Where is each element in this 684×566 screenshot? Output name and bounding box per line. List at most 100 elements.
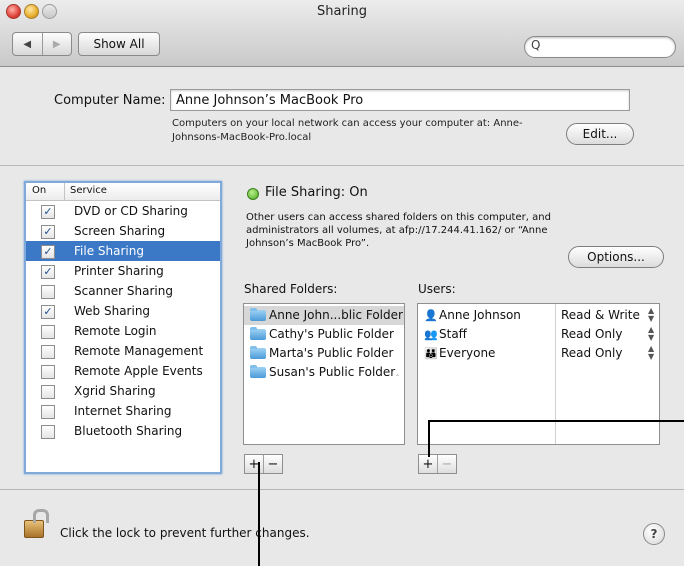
remove-user-button[interactable]: − (437, 455, 456, 473)
service-label: Scanner Sharing (74, 284, 173, 298)
service-label: Remote Login (74, 324, 157, 338)
user-row[interactable]: 👤 Anne Johnson Read & Write ▲ ▼ (418, 306, 659, 325)
user-name: Everyone (439, 346, 496, 360)
remove-folder-button[interactable]: − (263, 455, 282, 473)
options-button[interactable]: Options... (568, 246, 664, 268)
shared-folder-row[interactable]: Susan's Public Folder (244, 363, 404, 382)
user-name: Staff (439, 327, 467, 341)
service-label: Xgrid Sharing (74, 384, 156, 398)
lock-icon[interactable] (24, 509, 49, 538)
service-row[interactable]: Remote Management (26, 341, 220, 361)
permission-stepper-icon[interactable]: ▲ ▼ (648, 326, 654, 342)
group-icon: 👥 (424, 328, 438, 341)
show-all-button[interactable]: Show All (78, 32, 160, 56)
add-folder-button[interactable]: + (245, 455, 263, 473)
service-row[interactable]: ✓ Web Sharing (26, 301, 220, 321)
service-checkbox[interactable]: ✓ (41, 245, 55, 259)
lock-text: Click the lock to prevent further change… (60, 526, 310, 540)
folder-label: Marta's Public Folder (269, 346, 394, 360)
user-name: Anne Johnson (439, 308, 521, 322)
shared-folder-row[interactable]: Marta's Public Folder (244, 344, 404, 363)
search-input[interactable]: Q (524, 36, 676, 58)
services-list[interactable]: On Service ✓ DVD or CD Sharing ✓ Screen Sha… (24, 181, 222, 474)
permission-stepper-icon[interactable]: ▲ ▼ (648, 345, 654, 361)
forward-button[interactable]: ▶ (41, 33, 72, 55)
service-row[interactable]: Scanner Sharing (26, 281, 220, 301)
callout-line (428, 420, 430, 457)
person-icon: 👤 (424, 309, 438, 322)
service-row[interactable]: Bluetooth Sharing (26, 421, 220, 441)
footer-divider (0, 489, 684, 490)
folder-icon (250, 327, 266, 340)
users-list[interactable]: 👤 Anne Johnson Read & Write ▲ ▼ 👥 Staff Read On… (417, 303, 660, 445)
permission-popup[interactable]: Read & Write (561, 308, 640, 322)
service-checkbox[interactable]: ✓ (41, 225, 55, 239)
service-checkbox[interactable]: ✓ (41, 265, 55, 279)
service-row[interactable]: ✓ File Sharing (26, 241, 220, 261)
search-icon: Q (531, 38, 541, 52)
service-checkbox[interactable] (41, 285, 55, 299)
service-row[interactable]: Remote Apple Events (26, 361, 220, 381)
service-label: Printer Sharing (74, 264, 164, 278)
file-sharing-description: Other users can access shared folders on… (246, 212, 551, 249)
service-checkbox[interactable] (41, 345, 55, 359)
file-sharing-status: File Sharing: On (265, 185, 368, 200)
computer-name-field[interactable]: Anne Johnson’s MacBook Pro (170, 89, 630, 111)
service-checkbox[interactable]: ✓ (41, 205, 55, 219)
service-row[interactable]: ✓ Printer Sharing (26, 261, 220, 281)
permission-popup[interactable]: Read Only (561, 327, 622, 341)
header-on[interactable]: On (32, 185, 46, 196)
user-row[interactable]: 👥 Staff Read Only ▲ ▼ (418, 325, 659, 344)
folder-icon (250, 346, 266, 359)
service-row[interactable]: ✓ DVD or CD Sharing (26, 201, 220, 221)
add-user-button[interactable]: + (419, 455, 437, 473)
shared-folders-add-remove: + − (244, 454, 283, 474)
users-add-remove: + − (418, 454, 457, 474)
computer-name-label: Computer Name: (54, 93, 166, 108)
permission-popup[interactable]: Read Only (561, 346, 622, 360)
services-header: On Service (26, 183, 220, 201)
shared-folder-row[interactable]: Cathy's Public Folder (244, 325, 404, 344)
header-service[interactable]: Service (70, 185, 107, 196)
back-button[interactable]: ◀ (13, 33, 42, 55)
permission-stepper-icon[interactable]: ▲ ▼ (648, 307, 654, 323)
computer-name-description: Computers on your local network can acce… (172, 118, 523, 143)
service-label: DVD or CD Sharing (74, 204, 188, 218)
resize-handle-icon[interactable]: ‸ (396, 367, 399, 377)
service-label: Internet Sharing (74, 404, 172, 418)
service-checkbox[interactable] (41, 325, 55, 339)
shared-folders-list[interactable]: Anne John...blic Folder Cathy's Public Fo… (243, 303, 405, 445)
nav-segment: ◀ ▶ (12, 32, 72, 56)
help-button[interactable]: ? (643, 523, 665, 545)
service-checkbox[interactable]: ✓ (41, 305, 55, 319)
shared-folders-label: Shared Folders: (244, 282, 338, 296)
service-row[interactable]: Internet Sharing (26, 401, 220, 421)
folder-label: Anne John...blic Folder (269, 308, 403, 322)
service-label: Web Sharing (74, 304, 151, 318)
service-row[interactable]: Remote Login (26, 321, 220, 341)
callout-line (428, 420, 684, 422)
service-label: Remote Apple Events (74, 364, 203, 378)
service-row[interactable]: ✓ Screen Sharing (26, 221, 220, 241)
service-checkbox[interactable] (41, 365, 55, 379)
sharing-window: Sharing ◀ ▶ Show All Q Computer Name: An… (0, 0, 684, 566)
service-checkbox[interactable] (41, 405, 55, 419)
window-title: Sharing (317, 4, 367, 19)
shared-folder-row[interactable]: Anne John...blic Folder (244, 306, 404, 325)
status-indicator-icon (247, 188, 259, 200)
edit-button[interactable]: Edit... (566, 123, 634, 145)
service-checkbox[interactable] (41, 425, 55, 439)
service-label: Screen Sharing (74, 224, 166, 238)
folder-icon (250, 308, 266, 321)
service-label: File Sharing (74, 244, 144, 258)
folder-label: Cathy's Public Folder (269, 327, 394, 341)
user-row[interactable]: 👪 Everyone Read Only ▲ ▼ (418, 344, 659, 363)
everyone-icon: 👪 (424, 347, 438, 360)
users-label: Users: (418, 282, 456, 296)
toolbar: Sharing ◀ ▶ Show All Q (0, 0, 684, 67)
service-checkbox[interactable] (41, 385, 55, 399)
service-label: Remote Management (74, 344, 204, 358)
service-label: Bluetooth Sharing (74, 424, 183, 438)
service-row[interactable]: Xgrid Sharing (26, 381, 220, 401)
callout-line (258, 462, 260, 566)
